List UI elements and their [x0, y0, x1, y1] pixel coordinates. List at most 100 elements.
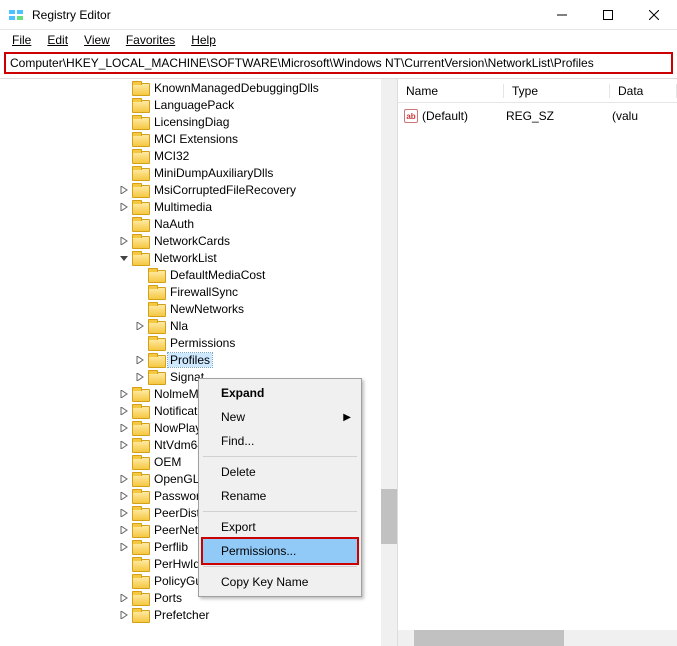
- folder-icon: [148, 353, 164, 366]
- tree-item[interactable]: NetworkCards: [0, 232, 389, 249]
- expand-icon[interactable]: [116, 403, 132, 419]
- ctx-copy-key-name[interactable]: Copy Key Name: [201, 570, 359, 594]
- tree-item-label: MCI Extensions: [152, 132, 240, 146]
- tree-item[interactable]: LicensingDiag: [0, 113, 389, 130]
- address-bar[interactable]: Computer\HKEY_LOCAL_MACHINE\SOFTWARE\Mic…: [4, 52, 673, 74]
- ctx-find[interactable]: Find...: [201, 429, 359, 453]
- submenu-arrow-icon: ▶: [343, 412, 351, 423]
- minimize-button[interactable]: [539, 0, 585, 30]
- expand-icon[interactable]: [132, 369, 148, 385]
- tree-item[interactable]: MiniDumpAuxiliaryDlls: [0, 164, 389, 181]
- expand-icon[interactable]: [116, 505, 132, 521]
- expand-icon[interactable]: [116, 607, 132, 623]
- folder-icon: [132, 149, 148, 162]
- tree-item[interactable]: Multimedia: [0, 198, 389, 215]
- folder-icon: [132, 387, 148, 400]
- expand-icon[interactable]: [116, 182, 132, 198]
- tree-item[interactable]: Profiles: [0, 351, 389, 368]
- tree-item[interactable]: FirewallSync: [0, 283, 389, 300]
- menu-view[interactable]: View: [76, 31, 118, 49]
- tree-item-label: LanguagePack: [152, 98, 236, 112]
- column-name[interactable]: Name: [398, 84, 504, 98]
- menu-edit[interactable]: Edit: [39, 31, 76, 49]
- value-row[interactable]: ab(Default)REG_SZ(valu: [398, 107, 677, 125]
- tree-item[interactable]: NaAuth: [0, 215, 389, 232]
- tree-item[interactable]: LanguagePack: [0, 96, 389, 113]
- value-name: (Default): [422, 109, 506, 123]
- expand-icon[interactable]: [116, 386, 132, 402]
- tree-item-label: NowPlay: [152, 421, 203, 435]
- tree-item-label: Permissions: [168, 336, 237, 350]
- expander-empty: [132, 301, 148, 317]
- expand-icon[interactable]: [116, 590, 132, 606]
- value-h-thumb[interactable]: [414, 630, 564, 646]
- close-button[interactable]: [631, 0, 677, 30]
- ctx-permissions[interactable]: Permissions...: [201, 537, 359, 565]
- expand-icon[interactable]: [116, 522, 132, 538]
- folder-icon: [132, 251, 148, 264]
- maximize-button[interactable]: [585, 0, 631, 30]
- ctx-expand[interactable]: Expand: [201, 381, 359, 405]
- window-title: Registry Editor: [32, 8, 539, 22]
- tree-item[interactable]: MCI32: [0, 147, 389, 164]
- folder-icon: [132, 115, 148, 128]
- expand-icon[interactable]: [116, 437, 132, 453]
- folder-icon: [148, 302, 164, 315]
- context-menu: Expand New▶ Find... Delete Rename Export…: [198, 378, 362, 597]
- folder-icon: [148, 268, 164, 281]
- expand-icon[interactable]: [116, 539, 132, 555]
- tree-item[interactable]: DefaultMediaCost: [0, 266, 389, 283]
- expand-icon[interactable]: [132, 352, 148, 368]
- expander-empty: [116, 80, 132, 96]
- tree-item[interactable]: Permissions: [0, 334, 389, 351]
- folder-icon: [132, 200, 148, 213]
- expand-icon[interactable]: [116, 420, 132, 436]
- column-data[interactable]: Data: [610, 84, 677, 98]
- folder-icon: [132, 591, 148, 604]
- tree-item[interactable]: NewNetworks: [0, 300, 389, 317]
- expander-empty: [132, 335, 148, 351]
- tree-item-label: Notificat: [152, 404, 199, 418]
- tree-item[interactable]: Prefetcher: [0, 606, 389, 623]
- folder-icon: [132, 183, 148, 196]
- expand-icon[interactable]: [116, 471, 132, 487]
- value-pane[interactable]: Name Type Data ab(Default)REG_SZ(valu: [398, 79, 677, 646]
- expand-icon[interactable]: [116, 233, 132, 249]
- ctx-new[interactable]: New▶: [201, 405, 359, 429]
- column-type[interactable]: Type: [504, 84, 610, 98]
- expander-empty: [116, 216, 132, 232]
- tree-item-label: DefaultMediaCost: [168, 268, 267, 282]
- tree-item-label: Profiles: [168, 353, 212, 367]
- expander-empty: [116, 97, 132, 113]
- menu-file[interactable]: File: [4, 31, 39, 49]
- folder-icon: [132, 557, 148, 570]
- expander-empty: [116, 454, 132, 470]
- ctx-rename[interactable]: Rename: [201, 484, 359, 508]
- value-data: (valu: [612, 109, 638, 123]
- tree-item[interactable]: NetworkList: [0, 249, 389, 266]
- expand-icon[interactable]: [116, 488, 132, 504]
- tree-scrollbar[interactable]: [381, 79, 397, 646]
- menubar: File Edit View Favorites Help: [0, 30, 677, 50]
- tree-item[interactable]: Nla: [0, 317, 389, 334]
- folder-icon: [148, 336, 164, 349]
- menu-help[interactable]: Help: [183, 31, 224, 49]
- tree-item[interactable]: MCI Extensions: [0, 130, 389, 147]
- tree-item[interactable]: MsiCorruptedFileRecovery: [0, 181, 389, 198]
- tree-scroll-thumb[interactable]: [381, 489, 397, 544]
- tree-item-label: Prefetcher: [152, 608, 211, 622]
- value-h-scrollbar[interactable]: [398, 630, 677, 646]
- expand-icon[interactable]: [132, 318, 148, 334]
- folder-icon: [132, 455, 148, 468]
- expand-icon[interactable]: [116, 199, 132, 215]
- tree-item-label: LicensingDiag: [152, 115, 231, 129]
- app-icon: [8, 7, 24, 23]
- ctx-export[interactable]: Export: [201, 515, 359, 539]
- collapse-icon[interactable]: [116, 250, 132, 266]
- expander-empty: [116, 114, 132, 130]
- tree-item[interactable]: KnownManagedDebuggingDlls: [0, 79, 389, 96]
- menu-favorites[interactable]: Favorites: [118, 31, 183, 49]
- tree-item-label: Perflib: [152, 540, 190, 554]
- expander-empty: [116, 573, 132, 589]
- ctx-delete[interactable]: Delete: [201, 460, 359, 484]
